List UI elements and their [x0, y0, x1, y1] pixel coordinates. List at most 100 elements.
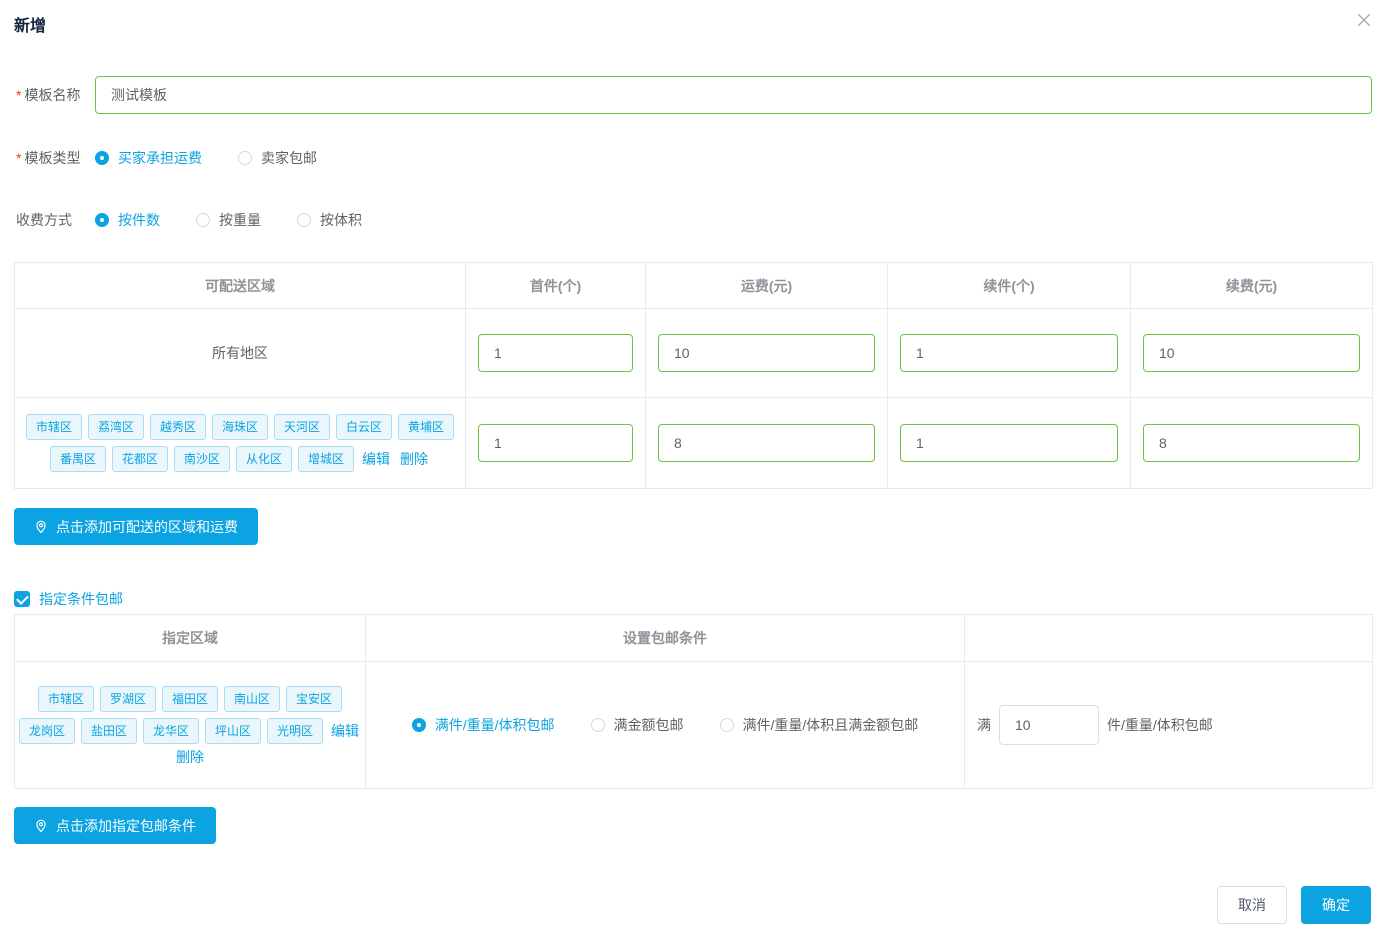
next-count-input[interactable]	[900, 334, 1118, 372]
add-condition-button-label: 点击添加指定包邮条件	[56, 816, 196, 836]
radio-option[interactable]: 卖家包邮	[238, 148, 317, 168]
confirm-button[interactable]: 确定	[1301, 886, 1371, 924]
radio-option[interactable]: 满件/重量/体积且满金额包邮	[720, 715, 919, 735]
next-fee-input[interactable]	[1143, 424, 1360, 462]
first-count-input[interactable]	[478, 334, 633, 372]
free-shipping-checkbox[interactable]: 指定条件包邮	[14, 589, 123, 609]
charge-method-row: 收费方式 按件数 按重量 按体积	[16, 210, 1372, 230]
region-tag: 花都区	[112, 446, 168, 472]
radio-option-label: 买家承担运费	[118, 148, 202, 168]
header-cell-next-fee: 续费(元)	[1131, 263, 1372, 308]
add-template-dialog: 新增 *模板名称 *模板类型 买家承担运费 卖家包邮 收费方式 按件数 按重量 按体积…	[0, 0, 1387, 931]
next-count-input[interactable]	[900, 424, 1118, 462]
region-tag: 海珠区	[212, 414, 268, 440]
header-cell-next: 续件(个)	[888, 263, 1131, 308]
free-shipping-label: 指定条件包邮	[39, 589, 123, 609]
close-icon[interactable]	[1355, 11, 1373, 29]
region-tags-cell: 市辖区荔湾区越秀区海珠区天河区白云区黄埔区番禺区花都区南沙区从化区增城区编辑删除	[15, 398, 466, 488]
header-cell-fee: 运费(元)	[646, 263, 888, 308]
shipping-fee-input[interactable]	[658, 334, 875, 372]
location-pin-icon	[34, 819, 48, 833]
add-condition-button[interactable]: 点击添加指定包邮条件	[14, 807, 216, 844]
region-tag: 龙岗区	[19, 718, 75, 744]
condition-radio-group: 满件/重量/体积包邮 满金额包邮 满件/重量/体积且满金额包邮	[412, 715, 919, 735]
dialog-title: 新增	[14, 12, 46, 36]
radio-option-label: 按件数	[118, 210, 160, 230]
edit-link[interactable]: 编辑	[331, 721, 359, 741]
radio-option[interactable]: 按体积	[297, 210, 362, 230]
radio-option[interactable]: 按件数	[95, 210, 160, 230]
template-name-input[interactable]	[95, 76, 1372, 114]
charge-method-radio-group: 按件数 按重量 按体积	[95, 210, 362, 230]
region-tag: 光明区	[267, 718, 323, 744]
region-tag: 黄埔区	[398, 414, 454, 440]
required-asterisk: *	[16, 150, 21, 166]
template-type-row: *模板类型 买家承担运费 卖家包邮	[16, 148, 1372, 168]
header-cell-region: 指定区域	[15, 615, 366, 661]
radio-icon	[412, 718, 426, 732]
radio-option-label: 按重量	[219, 210, 261, 230]
location-pin-icon	[34, 520, 48, 534]
region-tag: 龙华区	[143, 718, 199, 744]
radio-icon	[95, 213, 109, 227]
add-area-button[interactable]: 点击添加可配送的区域和运费	[14, 508, 258, 545]
template-type-label: *模板类型	[16, 148, 81, 168]
radio-icon	[238, 151, 252, 165]
charge-method-label: 收费方式	[16, 210, 81, 230]
region-tag-list: 市辖区荔湾区越秀区海珠区天河区白云区黄埔区番禺区花都区南沙区从化区增城区编辑删除	[23, 411, 457, 475]
area-cell: 所有地区	[15, 309, 466, 397]
radio-option[interactable]: 买家承担运费	[95, 148, 202, 168]
threshold-prefix: 满	[977, 715, 991, 735]
shipping-fee-input[interactable]	[658, 424, 875, 462]
shipping-row-all-areas: 所有地区	[15, 309, 1372, 398]
condition-table: 指定区域 设置包邮条件 市辖区罗湖区福田区南山区宝安区龙岗区盐田区龙华区坪山区光…	[14, 614, 1373, 789]
add-area-button-label: 点击添加可配送的区域和运费	[56, 517, 238, 537]
header-cell-empty	[965, 615, 1372, 661]
template-type-radio-group: 买家承担运费 卖家包邮	[95, 148, 317, 168]
region-tag: 增城区	[298, 446, 354, 472]
region-tag: 南山区	[224, 686, 280, 712]
radio-option-label: 卖家包邮	[261, 148, 317, 168]
region-tag: 南沙区	[174, 446, 230, 472]
region-tag: 福田区	[162, 686, 218, 712]
next-fee-input[interactable]	[1143, 334, 1360, 372]
region-tag: 宝安区	[286, 686, 342, 712]
region-tag: 白云区	[336, 414, 392, 440]
shipping-table-header: 可配送区域 首件(个) 运费(元) 续件(个) 续费(元)	[15, 263, 1372, 309]
header-cell-condition: 设置包邮条件	[366, 615, 965, 661]
radio-option-label: 满件/重量/体积包邮	[435, 715, 555, 735]
radio-option-label: 按体积	[320, 210, 362, 230]
region-tag: 从化区	[236, 446, 292, 472]
radio-icon	[196, 213, 210, 227]
threshold-suffix: 件/重量/体积包邮	[1107, 715, 1213, 735]
radio-icon	[591, 718, 605, 732]
header-cell-first: 首件(个)	[466, 263, 646, 308]
region-tag: 市辖区	[38, 686, 94, 712]
radio-icon	[297, 213, 311, 227]
shipping-row-regions: 市辖区荔湾区越秀区海珠区天河区白云区黄埔区番禺区花都区南沙区从化区增城区编辑删除	[15, 398, 1372, 488]
radio-icon	[95, 151, 109, 165]
template-name-label: *模板名称	[16, 85, 81, 105]
shipping-table: 可配送区域 首件(个) 运费(元) 续件(个) 续费(元) 所有地区 市辖区荔湾…	[14, 262, 1373, 489]
condition-table-header: 指定区域 设置包邮条件	[15, 615, 1372, 662]
radio-option[interactable]: 满金额包邮	[591, 715, 684, 735]
condition-options-cell: 满件/重量/体积包邮 满金额包邮 满件/重量/体积且满金额包邮	[366, 662, 965, 788]
condition-row: 市辖区罗湖区福田区南山区宝安区龙岗区盐田区龙华区坪山区光明区编辑 删除 满件/重…	[15, 662, 1372, 788]
region-tag: 罗湖区	[100, 686, 156, 712]
region-tag: 市辖区	[26, 414, 82, 440]
first-count-input[interactable]	[478, 424, 633, 462]
delete-link[interactable]: 删除	[176, 747, 204, 767]
condition-region-tag-list: 市辖区罗湖区福田区南山区宝安区龙岗区盐田区龙华区坪山区光明区编辑	[16, 683, 364, 747]
radio-option[interactable]: 按重量	[196, 210, 261, 230]
radio-icon	[720, 718, 734, 732]
region-tag: 越秀区	[150, 414, 206, 440]
dialog-footer: 取消 确定	[1217, 886, 1371, 924]
edit-link[interactable]: 编辑	[362, 449, 390, 469]
radio-option[interactable]: 满件/重量/体积包邮	[412, 715, 555, 735]
delete-link[interactable]: 删除	[400, 449, 428, 469]
radio-option-label: 满金额包邮	[614, 715, 684, 735]
threshold-input[interactable]	[999, 705, 1099, 745]
cancel-button[interactable]: 取消	[1217, 886, 1287, 924]
template-name-row: *模板名称	[16, 76, 1372, 114]
header-cell-area: 可配送区域	[15, 263, 466, 308]
